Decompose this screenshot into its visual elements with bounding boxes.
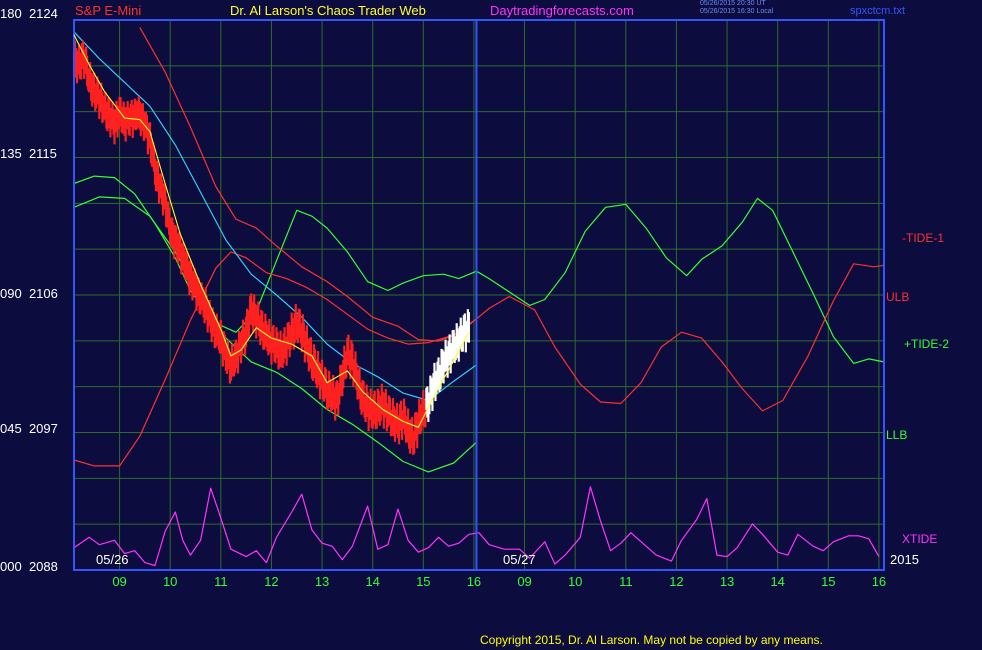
date-label-day2: 05/27 xyxy=(503,552,536,567)
x-tick-label: 11 xyxy=(214,574,228,589)
x-tick-label: 10 xyxy=(162,574,178,589)
chart-svg xyxy=(72,19,885,571)
tide2-line-day1 xyxy=(73,175,477,333)
xtide-label: XTIDE xyxy=(902,532,938,546)
tide1-label: -TIDE-1 xyxy=(902,231,944,245)
llb-label: LLB xyxy=(886,428,908,442)
x-tick-label: 12 xyxy=(669,574,684,589)
x-tick-label: 15 xyxy=(821,574,836,589)
x-tick-label: 09 xyxy=(517,574,532,589)
x-tick-label: 16 xyxy=(466,574,482,589)
x-tick-label: 12 xyxy=(264,574,279,589)
x-tick-label: 16 xyxy=(871,574,887,589)
x-tick-label: 13 xyxy=(719,574,735,589)
x-tick-label: 13 xyxy=(314,574,330,589)
date-label-day1: 05/26 xyxy=(96,552,129,567)
x-tick-label: 14 xyxy=(365,574,380,589)
tide1-line-day2 xyxy=(476,263,885,412)
x-tick-label: 11 xyxy=(619,574,633,589)
x-tick-label: 09 xyxy=(112,574,127,589)
x-tick-label: 10 xyxy=(567,574,583,589)
tide2-label: +TIDE-2 xyxy=(904,337,950,351)
year-label: 2015 xyxy=(890,552,919,567)
tide2-line-day2 xyxy=(476,197,885,364)
x-tick-label: 14 xyxy=(770,574,785,589)
x-tick-label: 15 xyxy=(416,574,431,589)
ulb-label: ULB xyxy=(886,290,910,304)
copyright-notice: Copyright 2015, Dr. Al Larson. May not b… xyxy=(480,633,823,647)
